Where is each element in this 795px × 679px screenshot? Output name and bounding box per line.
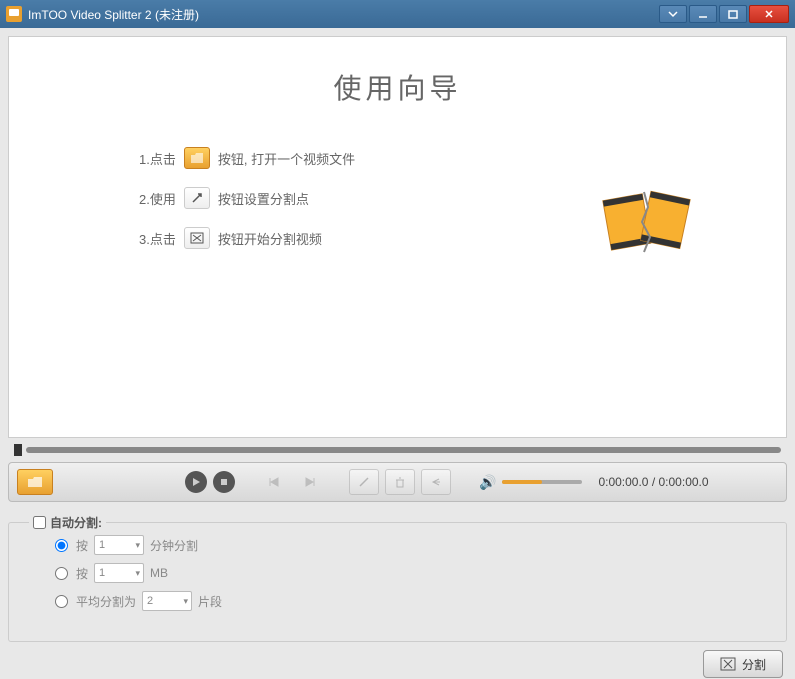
split-button[interactable]: 分割: [703, 650, 783, 678]
time-total: 0:00:00.0: [659, 475, 709, 489]
wizard-panel: 使用向导 1.点击 按钮, 打开一个视频文件 2.使用 按钮设置分割点 3.点击…: [8, 36, 787, 438]
minutes-spinner[interactable]: 1: [94, 535, 144, 555]
split-action-icon: [184, 227, 210, 249]
split-option-mb: 按 1 MB: [55, 563, 776, 583]
dropdown-button[interactable]: [659, 5, 687, 23]
next-button[interactable]: [295, 469, 325, 495]
minimize-button[interactable]: [689, 5, 717, 23]
timeline-track[interactable]: [26, 447, 781, 453]
autosplit-legend: 自动分割:: [29, 514, 106, 531]
timeline-marker[interactable]: [14, 444, 22, 456]
autosplit-panel: 自动分割: 按 1 分钟分割 按 1 MB 平均分割为 2 片段: [8, 522, 787, 642]
step-prefix: 2.使用: [139, 189, 176, 208]
open-file-button[interactable]: [17, 469, 53, 495]
window-title: ImTOO Video Splitter 2 (未注册): [28, 6, 659, 23]
controls-bar: 🔊 0:00:00.0 / 0:00:00.0: [8, 462, 787, 502]
autosplit-label: 自动分割:: [50, 514, 102, 531]
split-action-icon: [720, 657, 736, 671]
maximize-button[interactable]: [719, 5, 747, 23]
step-suffix: 按钮, 打开一个视频文件: [218, 149, 355, 168]
segments-spinner[interactable]: 2: [142, 591, 192, 611]
step-prefix: 3.点击: [139, 229, 176, 248]
split-point-icon: [184, 187, 210, 209]
wizard-step-1: 1.点击 按钮, 打开一个视频文件: [139, 147, 736, 169]
delete-button[interactable]: [385, 469, 415, 495]
time-current: 0:00:00.0: [598, 475, 648, 489]
time-display: 0:00:00.0 / 0:00:00.0: [598, 475, 708, 489]
volume-icon[interactable]: 🔊: [479, 474, 496, 491]
folder-icon: [184, 147, 210, 169]
play-button[interactable]: [185, 471, 207, 493]
timeline[interactable]: [8, 438, 787, 462]
split-button-label: 分割: [742, 656, 766, 673]
film-split-icon: [596, 177, 696, 257]
split-option-segments: 平均分割为 2 片段: [55, 591, 776, 611]
split-radio-segments[interactable]: [55, 595, 68, 608]
app-icon: [6, 6, 22, 22]
step-prefix: 1.点击: [139, 149, 176, 168]
bottom-bar: 分割: [8, 642, 787, 678]
set-split-button[interactable]: [349, 469, 379, 495]
title-bar: ImTOO Video Splitter 2 (未注册): [0, 0, 795, 28]
wizard-title: 使用向导: [59, 67, 736, 107]
volume-slider[interactable]: [502, 480, 582, 484]
autosplit-checkbox[interactable]: [33, 516, 46, 529]
step-suffix: 按钮开始分割视频: [218, 229, 322, 248]
step-suffix: 按钮设置分割点: [218, 189, 309, 208]
undo-button[interactable]: [421, 469, 451, 495]
prev-button[interactable]: [259, 469, 289, 495]
content-area: 使用向导 1.点击 按钮, 打开一个视频文件 2.使用 按钮设置分割点 3.点击…: [0, 28, 795, 679]
close-button[interactable]: [749, 5, 789, 23]
split-option-minutes: 按 1 分钟分割: [55, 535, 776, 555]
mb-spinner[interactable]: 1: [94, 563, 144, 583]
stop-button[interactable]: [213, 471, 235, 493]
split-radio-mb[interactable]: [55, 567, 68, 580]
split-radio-minutes[interactable]: [55, 539, 68, 552]
